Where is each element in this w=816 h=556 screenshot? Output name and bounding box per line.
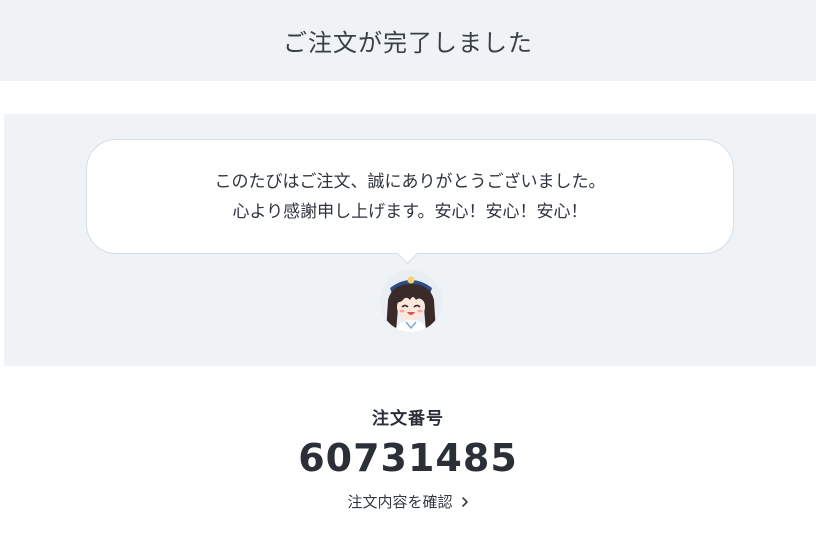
page-title: ご注文が完了しました [283,29,533,57]
thank-you-panel: このたびはご注文、誠にありがとうございました。 心より感謝申し上げます。安心！安… [4,114,816,366]
page-header: ご注文が完了しました [0,0,816,81]
mascot-avatar [380,270,442,332]
chevron-right-icon [461,496,468,507]
order-number-label: 注文番号 [372,409,444,429]
order-summary: 注文番号 60731485 注文内容を確認 [0,366,816,556]
mascot-avatar-icon [380,270,442,332]
thank-you-message-line-1: このたびはご注文、誠にありがとうございました。 [214,171,606,192]
order-number-value: 60731485 [298,436,518,480]
view-order-details-link[interactable]: 注文内容を確認 [347,491,468,512]
view-order-details-label: 注文内容を確認 [347,493,453,511]
thank-you-message-line-2: 心より感謝申し上げます。安心！安心！安心！ [232,201,588,222]
speech-bubble: このたびはご注文、誠にありがとうございました。 心より感謝申し上げます。安心！安… [86,139,734,254]
